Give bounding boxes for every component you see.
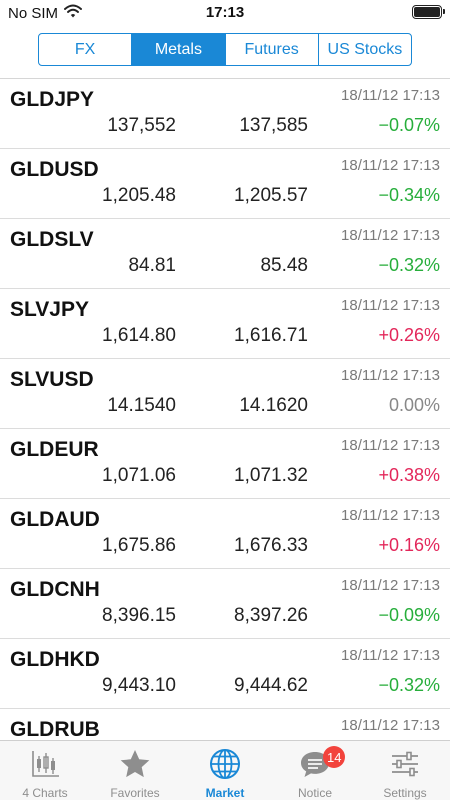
quote-timestamp: 18/11/12 17:13 — [341, 717, 440, 734]
status-bar: No SIM 17:13 — [0, 0, 450, 24]
tab-bar: 4 Charts Favorites Market Notice 14 Settings — [0, 740, 450, 800]
quote-symbol: SLVJPY — [10, 298, 89, 321]
quote-bid: 84.81 — [128, 255, 176, 276]
quote-bid: 9,443.10 — [102, 675, 176, 696]
quote-timestamp: 18/11/12 17:13 — [341, 507, 440, 524]
quote-symbol: GLDRUB — [10, 718, 100, 740]
quote-list[interactable]: GLDJPY 18/11/12 17:13 137,552 137,585 −0.07%… — [0, 79, 450, 740]
quote-symbol: GLDAUD — [10, 508, 100, 531]
quote-row[interactable]: SLVUSD 18/11/12 17:13 14.1540 14.1620 0.00% — [0, 359, 450, 429]
quote-ask: 1,071.32 — [234, 465, 308, 486]
segment-futures[interactable]: Futures — [224, 34, 318, 65]
quote-change: +0.38% — [378, 465, 440, 485]
quote-symbol: GLDHKD — [10, 648, 100, 671]
quote-ask: 14.1620 — [239, 395, 308, 416]
quote-row[interactable]: GLDCNH 18/11/12 17:13 8,396.15 8,397.26 −0.0… — [0, 569, 450, 639]
market-category-segmented-control: FX Metals Futures US Stocks — [38, 33, 412, 66]
quote-change: −0.34% — [378, 185, 440, 205]
sliders-icon — [388, 747, 422, 784]
quote-ask: 1,205.57 — [234, 185, 308, 206]
quote-row[interactable]: GLDRUB 18/11/12 17:13 — [0, 709, 450, 740]
status-time: 17:13 — [205, 4, 245, 21]
quote-symbol: GLDUSD — [10, 158, 99, 181]
quote-bid: 8,396.15 — [102, 605, 176, 626]
quote-row[interactable]: GLDAUD 18/11/12 17:13 1,675.86 1,676.33 +0.1… — [0, 499, 450, 569]
segment-fx[interactable]: FX — [39, 34, 131, 65]
quote-change: 0.00% — [388, 395, 440, 415]
quote-symbol: GLDJPY — [10, 88, 95, 111]
quote-row[interactable]: SLVJPY 18/11/12 17:13 1,614.80 1,616.71 +0.2… — [0, 289, 450, 359]
quote-ask: 85.48 — [260, 255, 308, 276]
quote-change: −0.32% — [378, 255, 440, 275]
tab-label: 4 Charts — [22, 786, 68, 800]
quote-symbol: GLDSLV — [10, 228, 94, 251]
quote-bid: 1,675.86 — [102, 535, 176, 556]
quote-bid: 14.1540 — [107, 395, 176, 416]
quote-timestamp: 18/11/12 17:13 — [341, 577, 440, 594]
tab-label: Notice — [297, 786, 332, 800]
quote-bid: 1,071.06 — [102, 465, 176, 486]
quote-bid: 137,552 — [107, 115, 176, 136]
tab-favorites[interactable]: Favorites — [90, 741, 180, 800]
quote-timestamp: 18/11/12 17:13 — [341, 647, 440, 664]
quote-ask: 137,585 — [239, 115, 308, 136]
quote-change: −0.07% — [378, 115, 440, 135]
quote-symbol: GLDEUR — [10, 438, 99, 461]
quote-ask: 8,397.26 — [234, 605, 308, 626]
quote-row[interactable]: GLDJPY 18/11/12 17:13 137,552 137,585 −0.07% — [0, 79, 450, 149]
tab-notice[interactable]: Notice 14 — [270, 741, 360, 800]
battery-icon — [412, 5, 445, 19]
star-icon — [118, 747, 152, 784]
quote-change: −0.32% — [378, 675, 440, 695]
tab-label: Favorites — [110, 786, 160, 800]
tab-label: Settings — [383, 786, 427, 800]
notification-badge: 14 — [323, 746, 346, 768]
quote-timestamp: 18/11/12 17:13 — [341, 87, 440, 104]
quote-change: +0.26% — [378, 325, 440, 345]
quote-row[interactable]: GLDUSD 18/11/12 17:13 1,205.48 1,205.57 −0.3… — [0, 149, 450, 219]
quote-timestamp: 18/11/12 17:13 — [341, 157, 440, 174]
tab-4-charts[interactable]: 4 Charts — [0, 741, 90, 800]
candlestick-chart-icon — [28, 747, 62, 784]
quote-ask: 1,676.33 — [234, 535, 308, 556]
quote-symbol: GLDCNH — [10, 578, 100, 601]
quote-bid: 1,205.48 — [102, 185, 176, 206]
quote-row[interactable]: GLDEUR 18/11/12 17:13 1,071.06 1,071.32 +0.3… — [0, 429, 450, 499]
quote-change: +0.16% — [378, 535, 440, 555]
quote-change: −0.09% — [378, 605, 440, 625]
quote-ask: 9,444.62 — [234, 675, 308, 696]
globe-icon — [208, 747, 242, 784]
tab-settings[interactable]: Settings — [360, 741, 450, 800]
quote-row[interactable]: GLDHKD 18/11/12 17:13 9,443.10 9,444.62 −0.3… — [0, 639, 450, 709]
segment-us-stocks[interactable]: US Stocks — [317, 34, 411, 65]
quote-ask: 1,616.71 — [234, 325, 308, 346]
quote-timestamp: 18/11/12 17:13 — [341, 227, 440, 244]
quote-timestamp: 18/11/12 17:13 — [341, 367, 440, 384]
tab-label: Market — [205, 786, 245, 800]
segment-metals[interactable]: Metals — [131, 34, 225, 65]
quote-timestamp: 18/11/12 17:13 — [341, 297, 440, 314]
quote-symbol: SLVUSD — [10, 368, 94, 391]
quote-bid: 1,614.80 — [102, 325, 176, 346]
quote-row[interactable]: GLDSLV 18/11/12 17:13 84.81 85.48 −0.32% — [0, 219, 450, 289]
quote-timestamp: 18/11/12 17:13 — [341, 437, 440, 454]
tab-market[interactable]: Market — [180, 741, 270, 800]
